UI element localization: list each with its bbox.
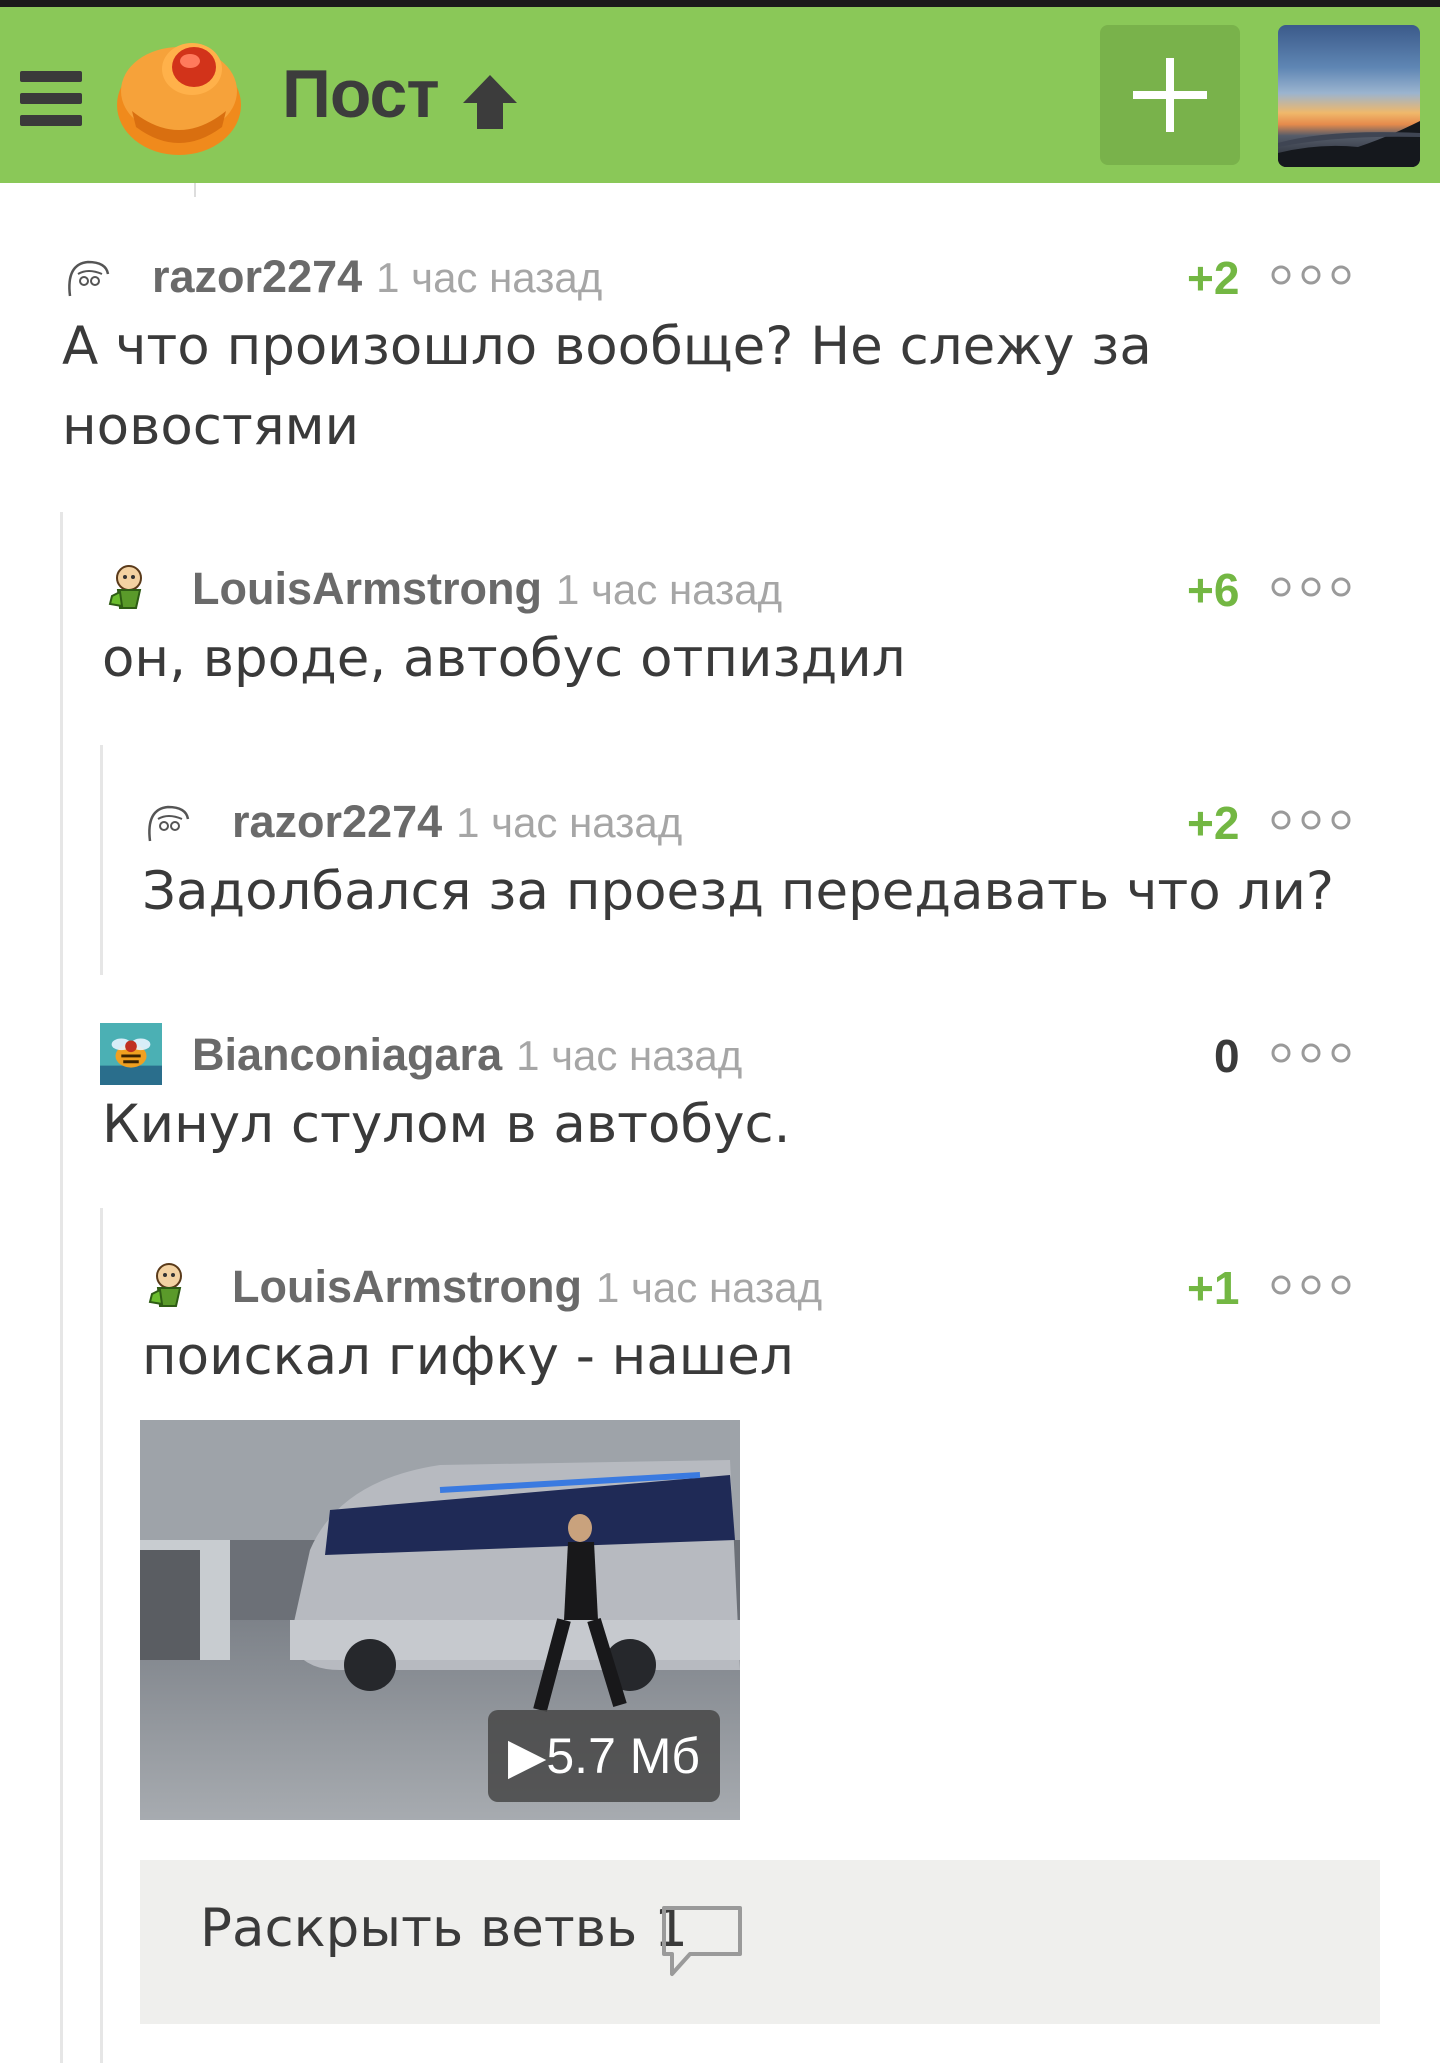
comment-text: Задолбался за проезд передавать что ли?	[142, 861, 1335, 922]
face-sketch-avatar[interactable]	[142, 795, 192, 845]
more-dots-icon[interactable]	[1270, 1273, 1352, 1297]
expand-branch-button[interactable]: Раскрыть ветвь 1	[140, 1860, 1380, 2024]
cupcake-logo[interactable]	[112, 31, 246, 159]
comment-time: 1 час назад	[596, 1264, 823, 1311]
user-avatar[interactable]	[1278, 25, 1420, 167]
more-dots-icon[interactable]	[1270, 808, 1352, 832]
comment: razor2274 1 час назад +2 А что произошло …	[62, 245, 1362, 467]
comment-rating: +6	[1187, 564, 1240, 616]
comment-header: LouisArmstrong 1 час назад +1	[142, 1255, 1362, 1314]
comment-rating: +1	[1187, 1262, 1240, 1314]
comment: LouisArmstrong 1 час назад +1 поискал гиф…	[142, 1255, 1362, 1397]
comment-rating: 0	[1214, 1030, 1240, 1082]
gif-size-badge: ▶5.7 Мб	[488, 1710, 720, 1802]
comment-text: он, вроде, автобус отпиздил	[102, 628, 906, 689]
comment: razor2274 1 час назад +2 Задолбался за пр…	[142, 790, 1362, 932]
gif-preview[interactable]: ▶5.7 Мб	[140, 1420, 740, 1820]
comment-time: 1 час назад	[456, 799, 683, 846]
bee-avatar[interactable]	[100, 1023, 162, 1085]
comment-header: Bianconiagara 1 час назад 0	[100, 1023, 1362, 1085]
comment-header: razor2274 1 час назад +2	[62, 245, 1362, 304]
add-post-button[interactable]	[1100, 25, 1240, 165]
arrow-up-icon[interactable]	[459, 71, 521, 131]
comment-text: А что произошло вообще? Не слежу за ново…	[62, 316, 1169, 457]
comment-rating: +2	[1187, 252, 1240, 304]
more-dots-icon[interactable]	[1270, 1041, 1352, 1065]
comment-author[interactable]: razor2274 1 час назад	[152, 251, 602, 303]
more-dots-icon[interactable]	[1270, 263, 1352, 287]
comment-author[interactable]: LouisArmstrong 1 час назад	[192, 563, 782, 615]
top-bar: Пост	[0, 0, 1440, 183]
more-dots-icon[interactable]	[1270, 575, 1352, 599]
comment-text: Кинул стулом в автобус.	[102, 1094, 791, 1155]
page-title: Пост	[282, 56, 440, 132]
comment-author[interactable]: Bianconiagara 1 час назад	[192, 1029, 742, 1081]
comment-time: 1 час назад	[376, 254, 603, 301]
cartoon-man-avatar[interactable]	[142, 1260, 192, 1310]
comment-author[interactable]: LouisArmstrong 1 час назад	[232, 1261, 822, 1313]
cartoon-man-avatar[interactable]	[102, 562, 152, 612]
comment-header: LouisArmstrong 1 час назад +6	[102, 557, 1362, 616]
thread-line	[60, 512, 63, 2063]
hamburger-icon[interactable]	[20, 71, 82, 127]
thread-line	[100, 745, 103, 975]
face-sketch-avatar[interactable]	[62, 250, 112, 300]
comment-time: 1 час назад	[516, 1032, 743, 1079]
comment-time: 1 час назад	[556, 566, 783, 613]
comment-rating: +2	[1187, 797, 1240, 849]
thread-line	[100, 1208, 103, 2063]
comment-author[interactable]: razor2274 1 час назад	[232, 796, 682, 848]
expand-branch-label: Раскрыть ветвь 1	[200, 1898, 688, 1959]
comment: Bianconiagara 1 час назад 0 Кинул стулом …	[100, 1023, 1362, 1165]
comment: LouisArmstrong 1 час назад +6 он, вроде, …	[102, 557, 1362, 699]
comment-bubble-icon	[662, 1906, 742, 1976]
thread-line	[194, 183, 196, 197]
comment-text: поискал гифку - нашел	[142, 1326, 794, 1387]
comment-header: razor2274 1 час назад +2	[142, 790, 1362, 849]
